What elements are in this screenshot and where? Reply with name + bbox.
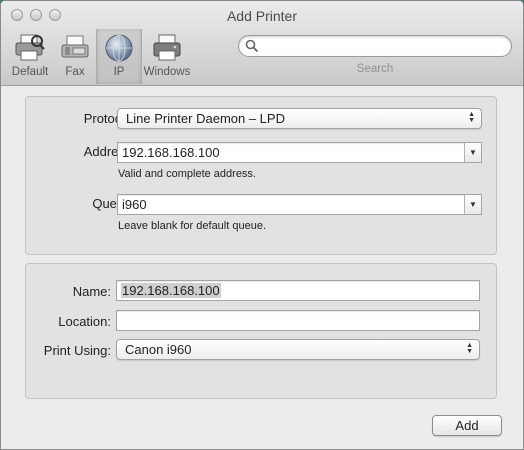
name-label: Name: xyxy=(72,284,111,299)
search-input[interactable] xyxy=(238,35,512,57)
toolbar-windows-button[interactable]: Windows xyxy=(143,31,191,81)
address-combo-field[interactable]: 192.168.168.100 ▼ xyxy=(117,142,482,163)
toolbar-windows-label: Windows xyxy=(143,66,191,78)
toolbar-default-button[interactable]: Default xyxy=(8,31,52,81)
name-value: 192.168.168.100 xyxy=(121,283,221,298)
queue-value: i960 xyxy=(122,197,147,212)
default-printer-icon xyxy=(15,34,45,61)
add-printer-window: Add Printer Default Fax IP Windows Searc… xyxy=(0,0,524,450)
toolbar-fax-button[interactable]: Fax xyxy=(53,31,97,81)
queue-combo-field[interactable]: i960 ▼ xyxy=(117,194,482,215)
location-field[interactable] xyxy=(116,310,480,331)
toolbar-fax-label: Fax xyxy=(65,66,85,78)
protocol-value: Line Printer Daemon – LPD xyxy=(126,111,285,126)
address-value: 192.168.168.100 xyxy=(122,145,220,160)
toolbar-ip-label: IP xyxy=(113,66,125,78)
search-field-wrapper xyxy=(238,35,512,57)
toolbar-ip-button[interactable]: IP xyxy=(96,29,142,84)
connection-panel: Protocol: Line Printer Daemon – LPD ▲ ▼ A… xyxy=(25,96,497,255)
add-button[interactable]: Add xyxy=(432,415,502,436)
search-label: Search xyxy=(356,63,394,75)
search-icon xyxy=(245,39,259,53)
address-hint: Valid and complete address. xyxy=(118,168,256,180)
queue-hint: Leave blank for default queue. xyxy=(118,220,267,232)
fax-icon xyxy=(61,35,89,58)
popup-arrows-icon: ▲ ▼ xyxy=(466,342,473,355)
chevron-down-icon[interactable]: ▼ xyxy=(464,143,481,162)
ip-globe-icon xyxy=(105,34,133,62)
print-using-value: Canon i960 xyxy=(125,342,192,357)
print-using-label: Print Using: xyxy=(43,343,111,358)
toolbar-default-label: Default xyxy=(11,66,49,78)
windows-printer-icon xyxy=(153,34,181,61)
chevron-down-icon[interactable]: ▼ xyxy=(464,195,481,214)
window-title: Add Printer xyxy=(226,8,298,24)
popup-arrows-icon: ▲ ▼ xyxy=(468,111,475,124)
print-using-popup[interactable]: Canon i960 ▲ ▼ xyxy=(116,339,480,360)
location-label: Location: xyxy=(58,314,111,329)
title-toolbar: Add Printer Default Fax IP Windows Searc… xyxy=(1,1,523,86)
printer-details-panel: Name: 192.168.168.100 Location: Print Us… xyxy=(25,263,497,399)
protocol-popup[interactable]: Line Printer Daemon – LPD ▲ ▼ xyxy=(117,108,482,129)
name-field[interactable]: 192.168.168.100 xyxy=(116,280,480,301)
